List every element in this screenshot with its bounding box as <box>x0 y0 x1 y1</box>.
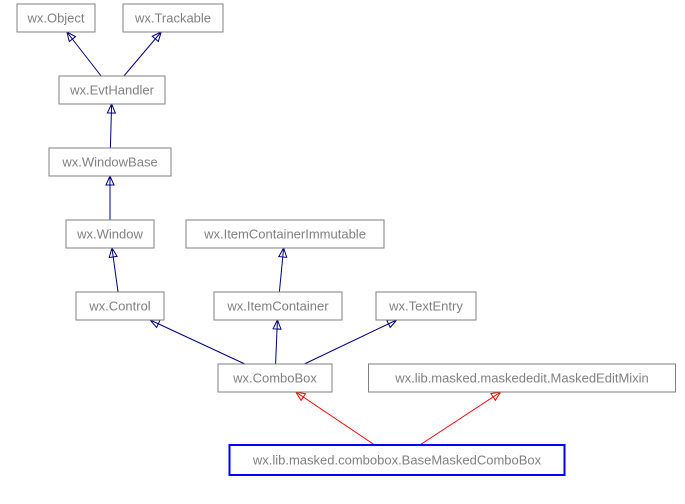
class-node[interactable]: wx.WindowBase <box>49 148 171 176</box>
inheritance-diagram: wx.Object wx.Trackable wx.EvtHandler wx.Win… <box>0 0 685 504</box>
class-node[interactable]: wx.Object <box>17 4 95 32</box>
class-node-label: wx.Trackable <box>134 10 211 25</box>
class-node-label: wx.ItemContainerImmutable <box>203 226 366 241</box>
class-node-label: wx.TextEntry <box>388 298 463 313</box>
inheritance-edge <box>110 104 111 148</box>
class-node-label: wx.lib.masked.combobox.BaseMaskedComboBo… <box>252 452 542 467</box>
class-node[interactable]: wx.TextEntry <box>376 292 476 320</box>
class-node-label: wx.Control <box>88 298 151 313</box>
class-node-label: wx.ItemContainer <box>226 298 329 313</box>
inheritance-edge <box>304 320 396 364</box>
inheritance-edge <box>276 320 278 364</box>
class-node[interactable]: wx.Trackable <box>123 4 223 32</box>
class-node-label: wx.Object <box>26 10 84 25</box>
class-node-label: wx.ComboBox <box>232 370 317 385</box>
class-node-label: wx.lib.masked.maskededit.MaskedEditMixin <box>394 370 649 385</box>
arrowhead-icon <box>150 320 160 327</box>
inheritance-edge <box>150 320 245 364</box>
class-node[interactable]: wx.EvtHandler <box>59 76 165 104</box>
class-node[interactable]: wx.ItemContainerImmutable <box>186 220 384 248</box>
inheritance-edge <box>67 32 101 76</box>
class-node[interactable]: wx.lib.masked.maskededit.MaskedEditMixin <box>369 364 676 392</box>
class-node-label: wx.EvtHandler <box>69 82 154 97</box>
class-node[interactable]: wx.lib.masked.combobox.BaseMaskedComboBo… <box>230 445 565 475</box>
class-node-label: wx.Window <box>76 226 143 241</box>
class-node[interactable]: wx.Window <box>66 220 154 248</box>
class-node[interactable]: wx.ComboBox <box>218 364 332 392</box>
inheritance-edge <box>420 392 501 445</box>
class-node[interactable]: wx.ItemContainer <box>214 292 342 320</box>
inheritance-edge <box>112 248 118 292</box>
class-node[interactable]: wx.Control <box>76 292 164 320</box>
class-node-label: wx.WindowBase <box>61 154 157 169</box>
arrowhead-icon <box>387 320 397 327</box>
inheritance-edge <box>296 392 375 445</box>
